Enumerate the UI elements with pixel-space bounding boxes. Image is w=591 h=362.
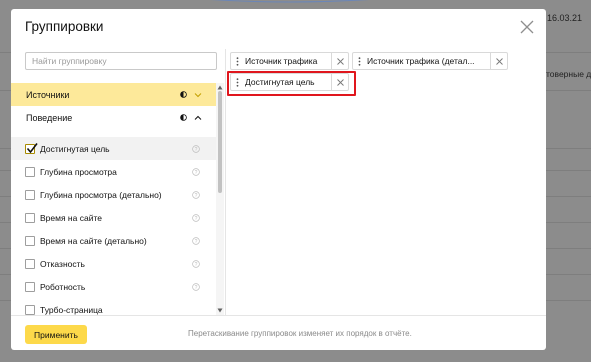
dialog-title: Группировки: [25, 19, 104, 34]
item-label: Отказность: [40, 258, 85, 269]
svg-text:?: ?: [195, 215, 198, 221]
checkbox[interactable]: [25, 235, 35, 246]
group-label: Поведение: [26, 112, 73, 123]
footer-divider: [11, 315, 546, 316]
item-robot-rate[interactable]: Роботность ?: [11, 275, 216, 298]
item-label: Время на сайте (детально): [40, 235, 147, 246]
close-button[interactable]: [520, 20, 534, 34]
groupings-dialog: Группировки Источники Поведение: [11, 9, 546, 350]
item-turbo-page[interactable]: Турбо-страница: [11, 298, 216, 315]
svg-text:?: ?: [195, 261, 198, 267]
selected-chip-traffic-source-detailed[interactable]: Источник трафика (детал...: [352, 52, 508, 70]
selected-chip-traffic-source[interactable]: Источник трафика: [230, 52, 349, 70]
footer-hint: Перетаскивание группировок изменяет их п…: [188, 329, 412, 338]
annotation-highlight-box: [227, 71, 356, 96]
item-time-on-site-detailed[interactable]: Время на сайте (детально) ?: [11, 229, 216, 252]
item-label: Глубина просмотра (детально): [40, 189, 162, 200]
chevron-down-icon: [194, 92, 202, 97]
help-icon[interactable]: ?: [192, 167, 200, 176]
svg-text:?: ?: [195, 238, 198, 244]
item-label: Турбо-страница: [40, 304, 103, 315]
svg-text:?: ?: [195, 146, 198, 152]
remove-chip-button[interactable]: [331, 53, 348, 69]
chip-label: Источник трафика (детал...: [367, 56, 475, 66]
column-divider: [225, 49, 226, 315]
group-sources[interactable]: Источники: [11, 83, 216, 106]
svg-text:?: ?: [195, 284, 198, 290]
help-icon[interactable]: ?: [192, 236, 200, 245]
checkbox[interactable]: [25, 304, 35, 315]
checkbox[interactable]: [25, 212, 35, 223]
group-label: Источники: [26, 89, 70, 100]
chip-label: Источник трафика: [245, 56, 318, 66]
close-icon: [495, 57, 503, 65]
scroll-thumb[interactable]: [218, 91, 222, 193]
item-label: Роботность: [40, 281, 86, 292]
group-behavior[interactable]: Поведение: [11, 106, 216, 129]
help-icon[interactable]: ?: [192, 144, 200, 153]
scroll-down-icon[interactable]: [217, 308, 223, 313]
item-label: Время на сайте: [40, 212, 102, 223]
search-input[interactable]: [25, 52, 217, 70]
chevron-up-icon: [194, 115, 202, 120]
help-icon[interactable]: ?: [192, 213, 200, 222]
item-label: Достигнутая цель: [40, 143, 110, 154]
checkmark-icon: [26, 142, 38, 153]
item-label: Глубина просмотра: [40, 166, 117, 177]
checkbox-checked[interactable]: [25, 142, 38, 154]
item-view-depth[interactable]: Глубина просмотра ?: [11, 160, 216, 183]
help-icon[interactable]: ?: [192, 190, 200, 199]
item-view-depth-detailed[interactable]: Глубина просмотра (детально) ?: [11, 183, 216, 206]
checkbox[interactable]: [25, 258, 35, 269]
help-icon[interactable]: ?: [192, 259, 200, 268]
item-time-on-site[interactable]: Время на сайте ?: [11, 206, 216, 229]
help-icon[interactable]: ?: [192, 282, 200, 291]
svg-text:?: ?: [195, 192, 198, 198]
item-goal-reached[interactable]: Достигнутая цель ?: [11, 137, 216, 160]
close-icon: [336, 57, 344, 65]
scroll-up-icon[interactable]: [217, 85, 223, 90]
apply-button[interactable]: Применить: [25, 325, 87, 344]
table-text-fragment: товерные д: [546, 69, 591, 79]
groupings-list: Источники Поведение Достигнутая цель ? Г…: [11, 83, 224, 315]
list-scrollbar[interactable]: [216, 83, 224, 315]
svg-text:?: ?: [195, 169, 198, 175]
partial-selection-icon: [180, 114, 187, 121]
checkbox[interactable]: [25, 281, 35, 292]
close-icon: [520, 20, 534, 34]
drag-handle-icon[interactable]: [358, 56, 361, 66]
checkbox[interactable]: [25, 189, 35, 200]
checkbox[interactable]: [25, 166, 35, 177]
item-bounce-rate[interactable]: Отказность ?: [11, 252, 216, 275]
partial-selection-icon: [180, 91, 187, 98]
table-date-fragment: 16.03.21: [547, 13, 583, 23]
drag-handle-icon[interactable]: [236, 56, 239, 66]
remove-chip-button[interactable]: [490, 53, 507, 69]
